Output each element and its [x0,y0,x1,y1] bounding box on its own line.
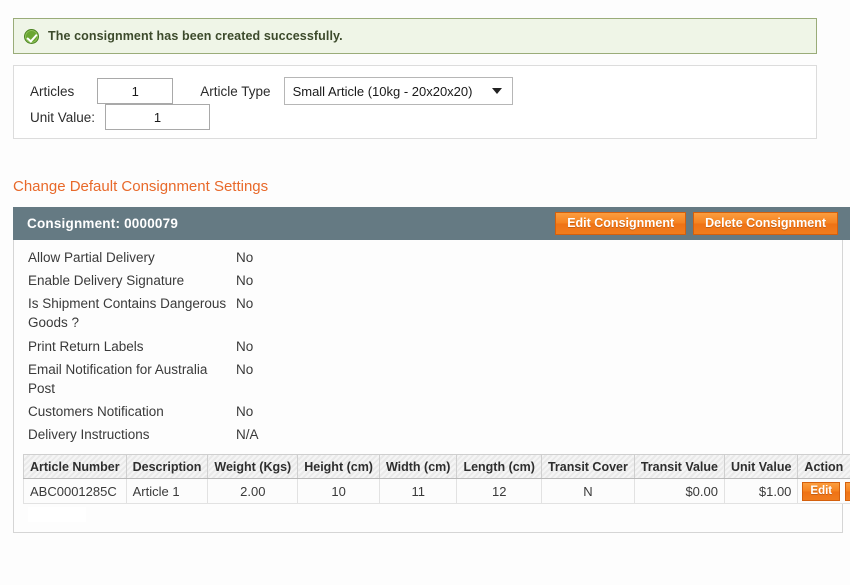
cell-article-number: ABC0001285C [23,478,127,505]
detail-label: Customers Notification [28,404,164,420]
success-alert-message: The consignment has been created success… [48,29,343,43]
consignment-detail-list: Allow Partial Delivery No Enable Deliver… [14,248,842,454]
consignment-panel: Consignment: 0000079 Edit Consignment De… [13,207,850,534]
articles-table-wrapper: Article Number Description Weight (Kgs) … [14,454,850,505]
consignment-body: Allow Partial Delivery No Enable Deliver… [13,240,850,534]
cell-width: 11 [378,478,458,505]
detail-label: Allow Partial Delivery [28,250,155,265]
column-header-unit-value: Unit Value [723,454,799,480]
cell-unit-value: $1.00 [723,478,799,505]
article-form-row-1: Articles Article Type Small Article (10k… [30,77,513,105]
column-header-length: Length (cm) [456,454,542,480]
edit-article-button[interactable]: Edit [802,481,841,501]
detail-label: Is Shipment Contains Dangerous Goods ? [28,296,227,331]
chevron-down-icon [491,88,502,94]
delete-consignment-button[interactable]: Delete Consignment [693,212,838,235]
cell-transit-cover: N [540,478,635,505]
detail-label: Enable Delivery Signature [28,273,185,289]
article-type-selected-value: Small Article (10kg - 20x20x20) [292,83,473,99]
detail-value: No [236,273,254,289]
detail-row: Print Return Labels No [28,337,842,356]
article-type-label: Article Type [200,83,271,99]
table-row: ABC0001285C Article 1 2.00 10 11 12 N $0… [23,478,850,505]
detail-row: Enable Delivery Signature No [28,271,842,290]
column-header-width: Width (cm) [378,454,458,480]
column-header-article-number: Article Number [23,454,127,480]
articles-input[interactable] [97,78,174,104]
detail-value: N/A [236,427,259,443]
detail-row: Delivery Instructions N/A [28,425,842,444]
cell-length: 12 [456,478,542,505]
table-header-row: Article Number Description Weight (Kgs) … [23,454,850,480]
consignment-title: Consignment: 0000079 [27,216,179,231]
unit-value-label: Unit Value: [30,109,96,125]
cell-action: Edit Delete [797,478,850,505]
check-circle-icon [24,28,39,44]
detail-value: No [236,296,254,312]
change-default-consignment-settings-link[interactable]: Change Default Consignment Settings [13,178,268,195]
unit-value-input[interactable] [105,104,211,130]
detail-row: Customers Notification No [28,402,842,421]
cell-transit-value: $0.00 [633,478,725,505]
detail-value: No [236,361,254,377]
cell-height: 10 [297,478,380,505]
article-type-select[interactable]: Small Article (10kg - 20x20x20) [283,77,513,105]
success-alert: The consignment has been created success… [13,18,817,54]
edit-consignment-button[interactable]: Edit Consignment [555,212,687,235]
articles-table: Article Number Description Weight (Kgs) … [23,454,850,505]
column-header-description: Description [125,454,209,480]
column-header-weight: Weight (Kgs) [207,454,299,480]
articles-table-head: Article Number Description Weight (Kgs) … [23,454,850,480]
detail-row: Email Notification for Australia Post No [28,360,842,398]
consignment-header: Consignment: 0000079 Edit Consignment De… [13,207,850,240]
detail-value: No [236,338,254,354]
detail-value: No [236,250,254,265]
column-header-transit-value: Transit Value [633,454,725,480]
detail-row: Allow Partial Delivery No [28,248,842,267]
detail-row: Is Shipment Contains Dangerous Goods ? N… [28,294,842,332]
delete-article-button[interactable]: Delete [845,481,850,501]
column-header-height: Height (cm) [297,454,380,480]
column-header-transit-cover: Transit Cover [540,454,635,480]
articles-label: Articles [30,83,75,99]
article-form-panel: Articles Article Type Small Article (10k… [13,65,817,139]
page-root: The consignment has been created success… [0,0,850,585]
detail-label: Email Notification for Australia Post [28,361,208,396]
detail-label: Print Return Labels [28,338,144,354]
detail-value: No [236,404,254,420]
detail-label: Delivery Instructions [28,427,150,443]
cell-weight: 2.00 [207,478,299,505]
column-header-action: Action [797,454,850,480]
table-footer-blank-area [28,507,86,523]
articles-table-body: ABC0001285C Article 1 2.00 10 11 12 N $0… [23,478,850,505]
article-form-row-2: Unit Value: [30,104,211,130]
consignment-header-actions: Edit Consignment Delete Consignment [555,212,838,235]
cell-description: Article 1 [125,478,209,505]
row-actions: Edit Delete [802,481,850,501]
